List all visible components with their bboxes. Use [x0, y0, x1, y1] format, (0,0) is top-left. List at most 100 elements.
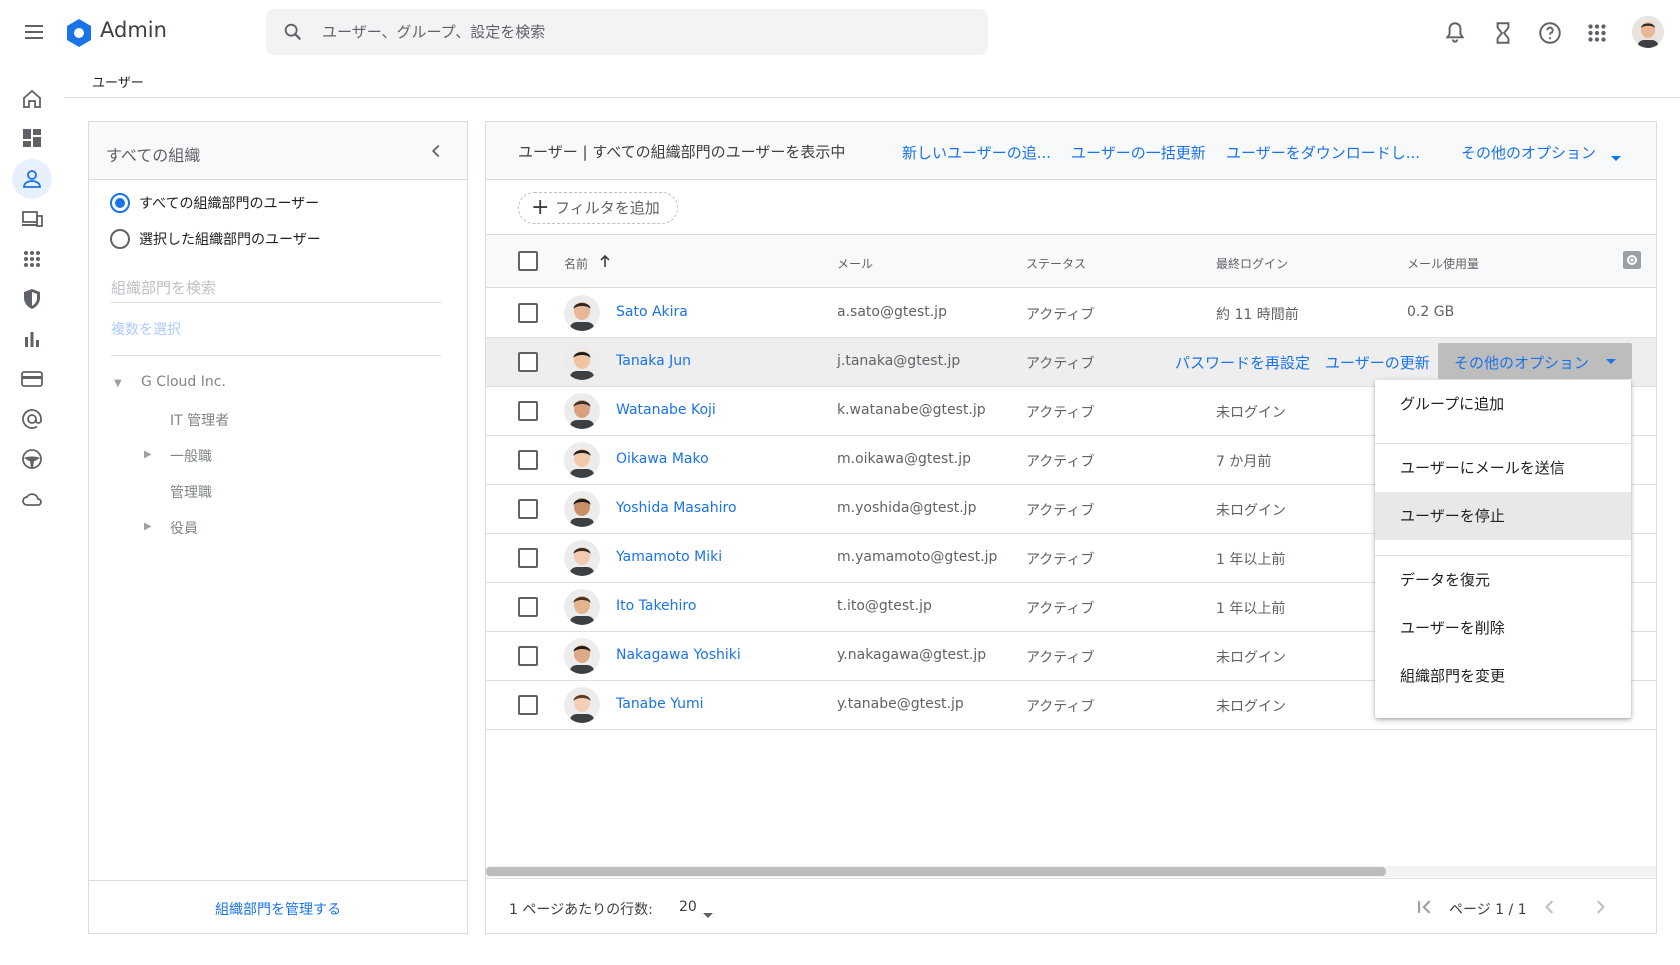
home-icon[interactable]	[20, 87, 44, 111]
row-checkbox[interactable]	[518, 303, 538, 323]
breadcrumb: ユーザー	[92, 76, 144, 91]
storage-cloud-icon[interactable]	[20, 487, 44, 511]
org-unit-search-input[interactable]	[111, 273, 441, 303]
app-title[interactable]: Admin	[100, 18, 167, 42]
devices-icon[interactable]	[20, 207, 44, 231]
tree-expanded-caret-icon[interactable]: ▼	[114, 378, 122, 389]
row-checkbox[interactable]	[518, 450, 538, 470]
manage-org-units-link[interactable]: 組織部門を管理する	[89, 899, 467, 919]
user-email: a.sato@gtest.jp	[837, 304, 947, 320]
admin-logo-icon[interactable]	[64, 18, 94, 48]
dropdown-arrow-icon[interactable]	[1610, 148, 1622, 167]
users-icon[interactable]	[20, 167, 44, 191]
user-name-link[interactable]: Tanabe Yumi	[616, 696, 704, 712]
hourglass-tasks-icon[interactable]	[1490, 20, 1516, 46]
radio-all-org-units[interactable]	[110, 193, 130, 213]
account-at-icon[interactable]	[20, 407, 44, 431]
search-bar[interactable]	[266, 9, 988, 55]
column-email-header[interactable]: メール	[837, 255, 873, 272]
user-email: m.oikawa@gtest.jp	[837, 451, 972, 467]
multi-select-link[interactable]: 複数を選択	[111, 319, 181, 339]
user-name-link[interactable]: Oikawa Mako	[616, 451, 709, 467]
apps-grid-icon[interactable]	[1584, 20, 1610, 46]
tree-collapsed-caret-icon[interactable]: ▶	[144, 521, 152, 532]
billing-card-icon[interactable]	[20, 367, 44, 391]
breadcrumb-divider	[64, 97, 1680, 98]
rows-per-page-select[interactable]: 20	[679, 899, 697, 915]
horizontal-scrollbar[interactable]	[486, 867, 1386, 876]
radio-selected-org-units-label[interactable]: 選択した組織部門のユーザー	[139, 229, 321, 249]
column-name-header[interactable]: 名前	[564, 255, 588, 272]
apps-icon[interactable]	[20, 247, 44, 271]
bulk-update-link[interactable]: ユーザーの一括更新	[1071, 142, 1206, 163]
select-all-checkbox[interactable]	[518, 251, 538, 271]
user-last-login: 未ログイン	[1216, 699, 1286, 715]
row-checkbox[interactable]	[518, 352, 538, 372]
user-status: アクティブ	[1026, 601, 1095, 617]
header-more-options-button[interactable]: その他のオプション	[1461, 142, 1596, 163]
row-more-options-button[interactable]: その他のオプション	[1438, 343, 1632, 379]
update-user-link[interactable]: ユーザーの更新	[1325, 352, 1430, 373]
menu-send-email[interactable]: ユーザーにメールを送信	[1375, 444, 1631, 492]
user-last-login: 1 年以上前	[1216, 552, 1286, 568]
row-checkbox[interactable]	[518, 646, 538, 666]
user-last-login: 未ログイン	[1216, 503, 1286, 519]
rows-dropdown-arrow-icon[interactable]	[702, 905, 714, 924]
download-users-link[interactable]: ユーザーをダウンロードし...	[1226, 142, 1420, 163]
security-shield-icon[interactable]	[20, 287, 44, 311]
main-menu-icon[interactable]	[22, 20, 48, 44]
user-name-link[interactable]: Sato Akira	[616, 304, 688, 320]
tree-collapsed-caret-icon[interactable]: ▶	[144, 449, 152, 460]
collapse-chevron-left-icon[interactable]	[425, 140, 447, 162]
user-last-login: 7 か月前	[1216, 454, 1272, 470]
row-more-options-label: その他のオプション	[1454, 354, 1590, 372]
menu-add-to-group[interactable]: グループに追加	[1375, 380, 1631, 428]
tree-node-root[interactable]: G Cloud Inc.	[141, 374, 226, 390]
table-row[interactable]: Sato Akira a.sato@gtest.jp アクティブ 約 11 時間前 0.…	[486, 289, 1656, 338]
user-name-link[interactable]: Watanabe Koji	[616, 402, 716, 418]
add-user-link[interactable]: 新しいユーザーの追...	[902, 142, 1051, 163]
column-settings-gear-icon[interactable]	[1622, 250, 1642, 274]
row-checkbox[interactable]	[518, 695, 538, 715]
row-checkbox[interactable]	[518, 597, 538, 617]
dashboard-icon[interactable]	[20, 126, 44, 150]
row-checkbox[interactable]	[518, 499, 538, 519]
reports-bar-chart-icon[interactable]	[20, 327, 44, 351]
menu-change-org-unit[interactable]: 組織部門を変更	[1375, 652, 1631, 700]
menu-delete-user[interactable]: ユーザーを削除	[1375, 604, 1631, 652]
column-last-login-header[interactable]: 最終ログイン	[1216, 255, 1288, 272]
column-mail-usage-header[interactable]: メール使用量	[1407, 255, 1479, 272]
user-name-link[interactable]: Yamamoto Miki	[616, 549, 722, 565]
row-checkbox[interactable]	[518, 548, 538, 568]
previous-page-icon[interactable]	[1536, 893, 1564, 921]
user-email: k.watanabe@gtest.jp	[837, 402, 986, 418]
user-email: y.nakagawa@gtest.jp	[837, 647, 987, 663]
add-filter-chip[interactable]: + フィルタを追加	[518, 192, 678, 224]
radio-selected-org-units[interactable]	[110, 229, 130, 249]
notifications-bell-icon[interactable]	[1442, 20, 1468, 46]
menu-suspend-user[interactable]: ユーザーを停止	[1375, 492, 1631, 540]
tree-node-general[interactable]: 一般職	[170, 446, 212, 466]
rules-steering-icon[interactable]	[20, 447, 44, 471]
radio-all-org-units-label[interactable]: すべての組織部門のユーザー	[139, 193, 319, 213]
tree-node-it-admin[interactable]: IT 管理者	[170, 410, 229, 430]
row-checkbox[interactable]	[518, 401, 538, 421]
tree-node-management[interactable]: 管理職	[170, 482, 212, 502]
column-status-header[interactable]: ステータス	[1026, 255, 1086, 272]
account-avatar[interactable]	[1632, 16, 1664, 48]
org-panel-title: すべての組織	[106, 146, 201, 165]
next-page-icon[interactable]	[1586, 893, 1614, 921]
add-filter-label: フィルタを追加	[555, 199, 660, 217]
user-name-link[interactable]: Ito Takehiro	[616, 598, 696, 614]
help-icon[interactable]	[1537, 20, 1563, 46]
menu-restore-data[interactable]: データを復元	[1375, 556, 1631, 604]
first-page-icon[interactable]	[1411, 893, 1439, 921]
org-unit-panel: すべての組織 すべての組織部門のユーザー 選択した組織部門のユーザー 複数を選択…	[88, 121, 468, 934]
user-name-link[interactable]: Tanaka Jun	[616, 353, 691, 369]
user-name-link[interactable]: Nakagawa Yoshiki	[616, 647, 741, 663]
user-name-link[interactable]: Yoshida Masahiro	[616, 500, 737, 516]
sort-ascending-arrow-icon[interactable]	[598, 253, 612, 272]
search-input[interactable]	[322, 9, 962, 55]
tree-node-executives[interactable]: 役員	[170, 518, 198, 538]
reset-password-link[interactable]: パスワードを再設定	[1175, 352, 1310, 373]
